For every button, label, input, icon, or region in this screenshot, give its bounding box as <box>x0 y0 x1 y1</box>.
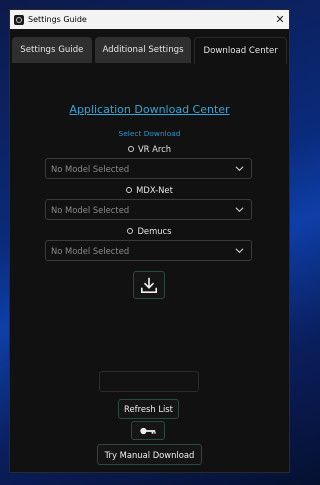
tab-bar: Settings Guide Additional Settings Downl… <box>10 29 289 64</box>
demucs-radio-row[interactable]: Demucs <box>10 226 289 236</box>
download-center-heading[interactable]: Application Download Center <box>10 103 289 116</box>
try-manual-download-button[interactable]: Try Manual Download <box>97 444 202 465</box>
demucs-model-dropdown[interactable]: No Model Selected <box>45 240 252 261</box>
mdx-net-radio[interactable] <box>126 187 133 193</box>
download-center-panel: Application Download Center Select Downl… <box>10 63 289 465</box>
mdx-net-dropdown-value: No Model Selected <box>51 204 130 215</box>
vr-arch-radio-row[interactable]: VR Arch <box>10 144 289 154</box>
window-title: Settings Guide <box>28 15 87 24</box>
mdx-net-radio-row[interactable]: MDX-Net <box>10 185 289 195</box>
vr-arch-model-dropdown[interactable]: No Model Selected <box>45 158 252 179</box>
download-button[interactable] <box>133 271 165 299</box>
demucs-dropdown-value: No Model Selected <box>51 245 130 256</box>
tab-additional-settings[interactable]: Additional Settings <box>94 37 192 63</box>
key-button[interactable] <box>131 421 165 440</box>
refresh-list-button[interactable]: Refresh List <box>118 399 179 419</box>
vr-arch-dropdown-value: No Model Selected <box>51 163 130 174</box>
vr-arch-label: VR Arch <box>137 144 172 154</box>
app-icon <box>14 14 24 25</box>
vr-arch-radio[interactable] <box>127 146 134 152</box>
demucs-label: Demucs <box>137 226 172 236</box>
select-download-label: Select Download <box>118 129 181 138</box>
chevron-down-icon <box>235 248 244 254</box>
tab-download-center[interactable]: Download Center <box>194 37 287 64</box>
title-bar: Settings Guide ✕ <box>10 10 289 29</box>
chevron-down-icon <box>235 207 244 213</box>
mdx-net-label: MDX-Net <box>136 185 173 195</box>
download-icon <box>140 277 158 294</box>
demucs-radio[interactable] <box>127 228 134 234</box>
tab-settings-guide[interactable]: Settings Guide <box>12 37 92 63</box>
chevron-down-icon <box>235 166 244 172</box>
key-icon <box>140 427 156 434</box>
mdx-net-model-dropdown[interactable]: No Model Selected <box>45 199 252 220</box>
settings-guide-window: Settings Guide ✕ Settings Guide Addition… <box>9 9 290 473</box>
download-input-field[interactable] <box>99 371 199 392</box>
close-button[interactable]: ✕ <box>271 10 289 29</box>
